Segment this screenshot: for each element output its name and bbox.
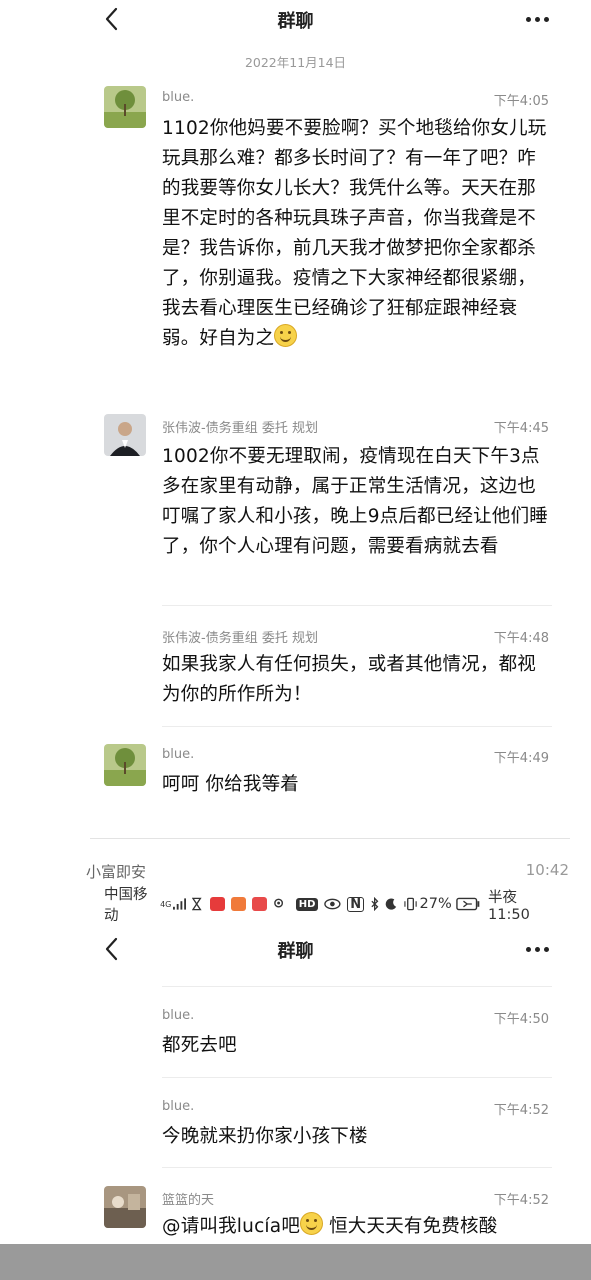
message-text: 呵呵 你给我等着	[162, 774, 299, 795]
message-time: 下午4:05	[493, 94, 549, 109]
carrier-name: 中国移动	[104, 887, 148, 924]
signal-icon	[173, 898, 187, 910]
avatar-lanlan[interactable]	[104, 1186, 146, 1228]
page-title: 群聊	[277, 11, 314, 32]
sender-name: blue.	[162, 1008, 195, 1023]
top-nav-bar: 群聊	[0, 0, 591, 40]
sender-name: blue.	[162, 747, 195, 762]
message-divider	[162, 1167, 552, 1168]
message-time: 下午4:52	[493, 1103, 549, 1118]
smile-emoji-icon	[300, 1212, 324, 1235]
more-options-icon[interactable]	[522, 6, 552, 32]
message-text: 如果我家人有任何损失，或者其他情况，都视为你的所作所为！	[162, 654, 537, 705]
hourglass-icon	[192, 897, 202, 911]
bottom-nav-bar: 群聊	[0, 930, 591, 970]
message-text: 都死去吧	[162, 1035, 237, 1056]
vibrate-icon	[404, 897, 418, 911]
app-badge-icon	[209, 897, 225, 911]
sender-name: blue.	[162, 90, 195, 105]
overlay-label: 小富即安	[86, 863, 147, 881]
battery-percent: 27%	[419, 896, 452, 912]
app-notify-icon	[230, 897, 246, 911]
message-body: 1102你他妈要不要脸啊？买个地毯给你女儿玩玩具那么难？都多长时间了？有一年了吧…	[162, 118, 547, 349]
mention-text[interactable]: @请叫我lucía吧	[162, 1216, 300, 1237]
message-body: 恒大天天有免费核酸	[323, 1216, 498, 1237]
back-arrow-icon[interactable]	[100, 936, 126, 962]
message-time: 下午4:49	[493, 751, 549, 766]
moon-icon	[386, 898, 397, 910]
overlay-time: 10:42	[525, 861, 569, 879]
sender-name: blue.	[162, 1099, 195, 1114]
message-text: 1102你他妈要不要脸啊？买个地毯给你女儿玩玩具那么难？都多长时间了？有一年了吧…	[162, 114, 548, 354]
avatar-blue[interactable]	[104, 744, 146, 786]
network-type: 4G	[160, 899, 172, 909]
smile-emoji-icon	[274, 324, 298, 347]
eye-icon	[324, 898, 341, 910]
nfc-icon: N	[347, 896, 365, 912]
message-time: 下午4:45	[493, 421, 549, 436]
date-divider: 2022年11月14日	[244, 55, 347, 70]
bluetooth-icon	[371, 897, 379, 911]
page-title: 群聊	[277, 941, 314, 962]
app-notify-icon	[251, 897, 267, 911]
back-arrow-icon[interactable]	[100, 6, 126, 32]
sender-name: 张伟波-债务重组 委托 规划	[162, 631, 318, 646]
message-divider	[162, 605, 552, 606]
status-bar: 中国移动 4G HD N 27% 半夜11:50	[104, 887, 554, 924]
message-time: 下午4:52	[493, 1193, 549, 1208]
message-time: 下午4:48	[493, 631, 549, 646]
message-time: 下午4:50	[493, 1012, 549, 1027]
sender-name: 张伟波-债务重组 委托 规划	[162, 421, 318, 436]
message-divider	[162, 1077, 552, 1078]
avatar-zhang[interactable]	[104, 414, 146, 456]
message-divider	[162, 726, 552, 727]
message-text: 今晚就来扔你家小孩下楼	[162, 1126, 368, 1147]
screenshot-divider	[90, 838, 570, 839]
hd-icon: HD	[295, 897, 319, 911]
message-divider	[162, 986, 552, 987]
battery-icon	[455, 897, 480, 911]
sender-name: 篮篮的天	[162, 1193, 215, 1208]
message-text: @请叫我lucía吧 恒大天天有免费核酸	[162, 1212, 548, 1242]
bottom-overlay-bar	[0, 1244, 591, 1280]
location-icon	[273, 898, 283, 908]
avatar-blue[interactable]	[104, 86, 146, 128]
status-clock: 半夜11:50	[488, 889, 530, 923]
message-text: 1002你不要无理取闹，疫情现在白天下午3点多在家里有动静，属于正常生活情况，这…	[162, 446, 548, 557]
more-options-icon[interactable]	[522, 936, 552, 962]
